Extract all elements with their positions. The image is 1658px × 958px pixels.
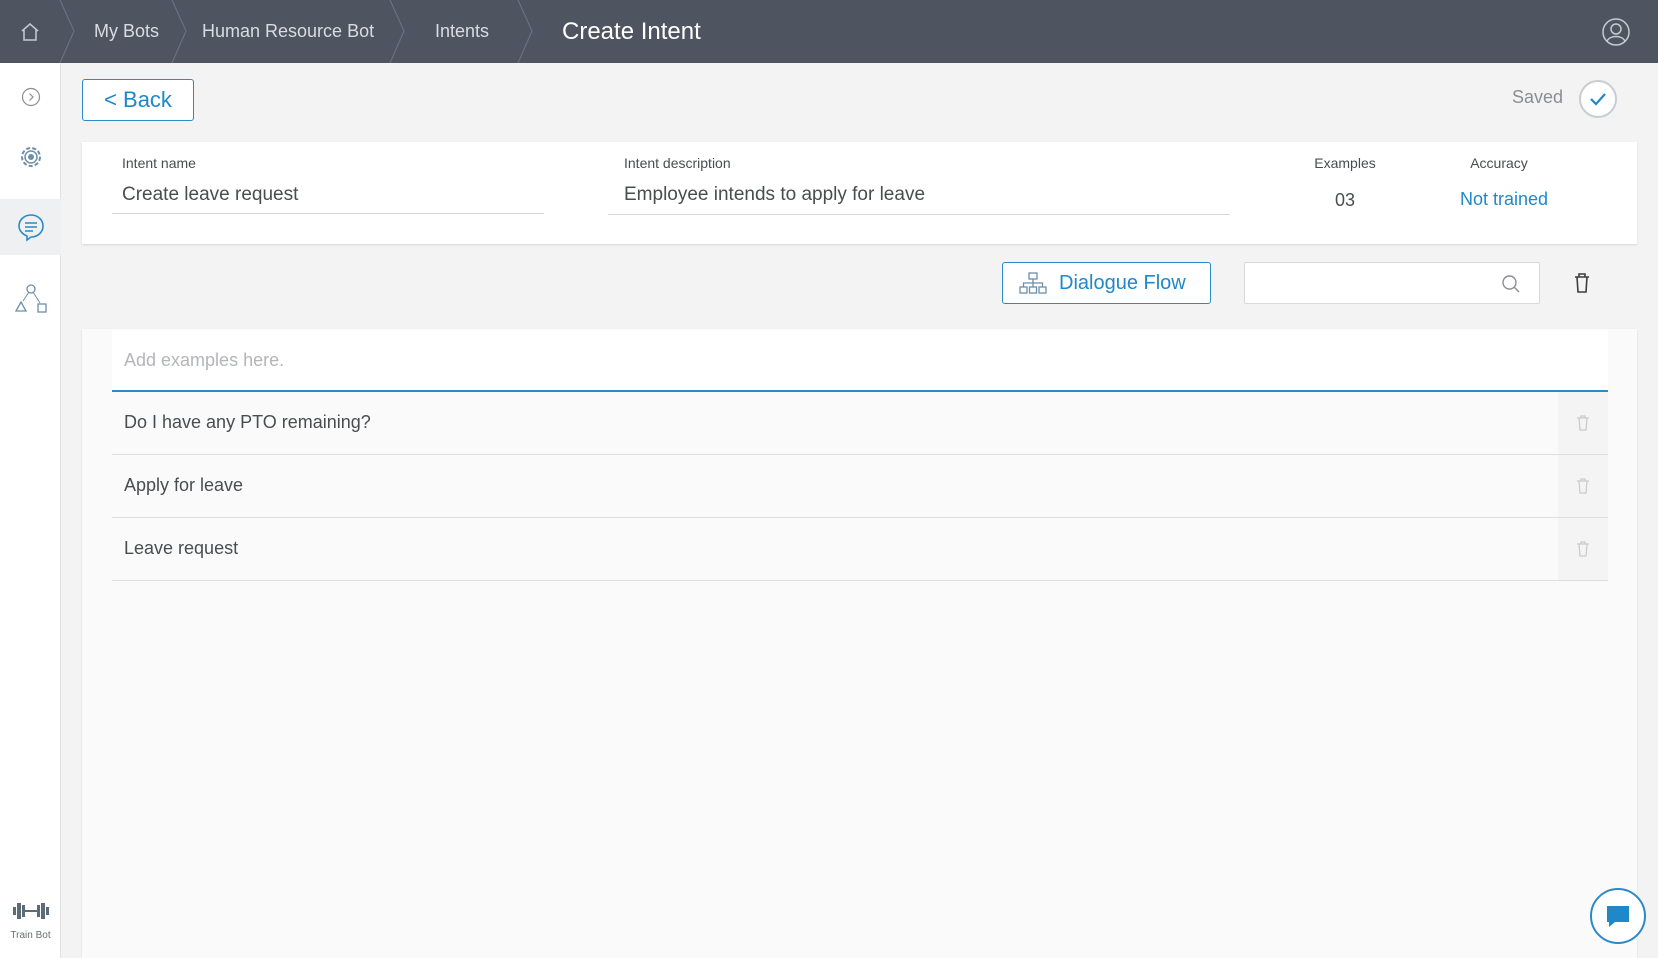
example-row[interactable]: Do I have any PTO remaining? [112, 392, 1608, 455]
examples-panel: Do I have any PTO remaining? Apply for l… [82, 329, 1637, 958]
intent-name-underline [112, 213, 544, 214]
breadcrumb-my-bots[interactable]: My Bots [94, 0, 159, 63]
intent-name-label: Intent name [122, 155, 196, 171]
intent-description-label: Intent description [624, 155, 731, 171]
search-icon[interactable] [1501, 274, 1521, 294]
delete-example-trash-icon[interactable] [1558, 392, 1608, 454]
back-button[interactable]: < Back [82, 79, 194, 121]
train-bot-label: Train Bot [10, 930, 51, 941]
search-examples-box [1244, 262, 1540, 304]
expand-sidebar-icon[interactable] [0, 77, 61, 117]
add-example-input[interactable] [124, 347, 1524, 373]
example-row[interactable]: Apply for leave [112, 455, 1608, 518]
breadcrumb-human-resource-bot[interactable]: Human Resource Bot [202, 0, 374, 63]
breadcrumb-separator-icon [171, 0, 187, 63]
hierarchy-icon [1019, 272, 1047, 294]
intent-description-underline [608, 214, 1230, 215]
dialogue-flow-label: Dialogue Flow [1059, 271, 1186, 294]
saved-checkmark-icon [1579, 80, 1617, 118]
top-navigation-bar: My Bots Human Resource Bot Intents Creat… [0, 0, 1658, 63]
delete-example-trash-icon[interactable] [1558, 518, 1608, 580]
search-input[interactable] [1255, 271, 1485, 295]
examples-count-value: 03 [1334, 190, 1356, 210]
user-profile-icon[interactable] [1600, 16, 1632, 48]
breadcrumb-separator-icon [59, 0, 75, 63]
accuracy-label: Accuracy [1470, 155, 1528, 171]
saved-status-label: Saved [1512, 87, 1564, 107]
breadcrumb-separator-icon [389, 0, 405, 63]
delete-all-trash-icon[interactable] [1572, 272, 1592, 294]
intent-name-field[interactable]: Create leave request [122, 184, 298, 206]
example-text: Do I have any PTO remaining? [124, 412, 371, 432]
dumbbell-icon [12, 903, 49, 919]
add-example-field-container [112, 329, 1608, 392]
examples-count-label: Examples [1314, 155, 1376, 171]
intent-description-field[interactable]: Employee intends to apply for leave [624, 184, 925, 206]
sidebar-item-intents-chat-icon[interactable] [0, 199, 61, 255]
breadcrumb-separator-icon [517, 0, 533, 63]
accuracy-status: Not trained [1459, 189, 1549, 209]
dialogue-flow-button[interactable]: Dialogue Flow [1002, 262, 1211, 304]
example-text: Apply for leave [124, 475, 244, 495]
left-sidebar: Train Bot [0, 63, 61, 958]
chat-support-button[interactable] [1590, 888, 1646, 944]
sidebar-item-entities-shapes-icon[interactable] [0, 271, 61, 327]
chat-bubble-icon [1607, 906, 1629, 927]
example-text: Leave request [124, 538, 239, 558]
delete-example-trash-icon[interactable] [1558, 455, 1608, 517]
settings-gear-icon[interactable] [0, 131, 61, 183]
home-icon[interactable] [0, 0, 60, 63]
example-row[interactable]: Leave request [112, 518, 1608, 581]
train-bot-button[interactable]: Train Bot [0, 899, 61, 941]
page-title: Create Intent [562, 18, 701, 45]
intent-details-card: Intent name Create leave request Intent … [82, 142, 1637, 244]
breadcrumb-intents[interactable]: Intents [435, 0, 489, 63]
